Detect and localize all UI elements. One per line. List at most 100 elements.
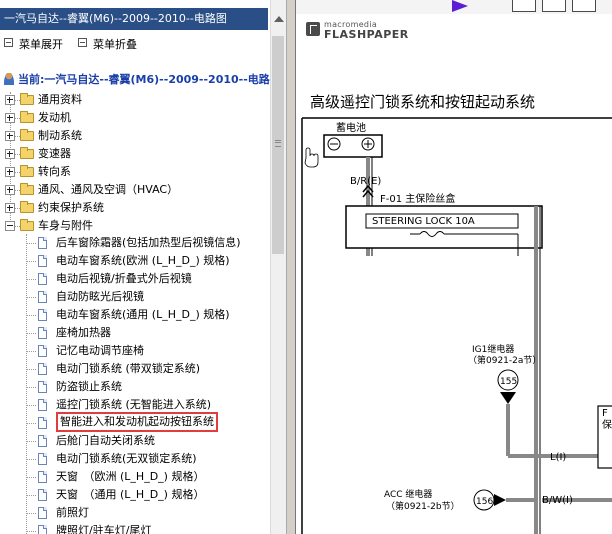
- tree-title-bar: 一汽马自达--睿翼(M6)--2009--2010--电路图: [0, 8, 268, 30]
- navigation-tree-pane: 一汽马自达--睿翼(M6)--2009--2010--电路图 菜单展开 菜单折叠…: [0, 0, 270, 534]
- folder-icon: [20, 111, 34, 123]
- tree-connector: [26, 315, 36, 317]
- tree-item[interactable]: 牌照灯/驻车灯/尾灯: [0, 522, 268, 534]
- tree-connector: [26, 279, 36, 281]
- toolbar-two-page-button[interactable]: [542, 0, 566, 12]
- current-path-link[interactable]: 当前:一汽马自达--睿翼(M6)--2009--2010--电路: [4, 72, 270, 88]
- expand-node-icon[interactable]: [5, 185, 15, 195]
- folder-icon: [20, 201, 34, 213]
- document-icon: [38, 327, 47, 339]
- viewer-toolbar: [296, 0, 612, 14]
- toolbar-zoom-button[interactable]: [572, 0, 596, 12]
- edge-label-2: 保: [602, 418, 612, 431]
- tree-item[interactable]: 后车窗除霜器(包括加热型后视镜信息): [0, 234, 268, 252]
- document-icon: [38, 507, 47, 519]
- tree-folder-0[interactable]: 通用资料: [0, 91, 268, 109]
- expand-node-icon[interactable]: [5, 131, 15, 141]
- tree-item[interactable]: 天窗 （欧洲 (L_H_D_) 规格）: [0, 468, 268, 486]
- acc-relay-ref: （第0921-2b节）: [386, 500, 460, 512]
- tree-item-label: 记忆电动调节座椅: [56, 344, 144, 357]
- scroll-up-arrow-icon[interactable]: [274, 16, 284, 22]
- tree-folder-7[interactable]: 车身与附件: [0, 217, 268, 235]
- expand-node-icon[interactable]: [5, 167, 15, 177]
- document-icon: [38, 417, 47, 429]
- wire-l-label: L(I): [550, 452, 566, 463]
- expand-node-icon[interactable]: [5, 113, 15, 123]
- tree-connector: [26, 405, 36, 407]
- connector-156-label: 156: [476, 497, 493, 507]
- tree-folder-2[interactable]: 制动系统: [0, 127, 268, 145]
- document-icon: [38, 399, 47, 411]
- scrollbar-thumb[interactable]: [272, 36, 284, 254]
- tree-connector: [26, 423, 36, 425]
- ig1-relay-label: IG1继电器: [472, 343, 514, 355]
- tree-item-label: 天窗 （欧洲 (L_H_D_) 规格）: [56, 470, 205, 483]
- tree-folder-label: 发动机: [38, 111, 71, 124]
- folder-icon: [20, 147, 34, 159]
- tree-connector: [26, 333, 36, 335]
- document-icon: [38, 525, 47, 534]
- hand-cursor-icon: [304, 147, 319, 168]
- document-icon: [38, 237, 47, 249]
- tree-folder-1[interactable]: 发动机: [0, 109, 268, 127]
- tree-item[interactable]: 前照灯: [0, 504, 268, 522]
- tree-item[interactable]: 记忆电动调节座椅: [0, 342, 268, 360]
- document-icon: [38, 309, 47, 321]
- tree-folder-3[interactable]: 变速器: [0, 145, 268, 163]
- tree-folder-label: 制动系统: [38, 129, 82, 142]
- tree-folder-5[interactable]: 通风、通风及空调（HVAC）: [0, 181, 268, 199]
- document-icon: [38, 453, 47, 465]
- collapse-all-button[interactable]: 菜单折叠: [78, 38, 137, 52]
- tree-item-label: 后舱门自动关闭系统: [56, 434, 155, 447]
- tree-folder-label: 通用资料: [38, 93, 82, 106]
- tree-connector: [26, 459, 36, 461]
- folder-icon: [20, 183, 34, 195]
- tree-folder-6[interactable]: 约束保护系统: [0, 199, 268, 217]
- tree-connector: [26, 495, 36, 497]
- tree-item[interactable]: 座椅加热器: [0, 324, 268, 342]
- tree-scrollbar[interactable]: [270, 0, 286, 534]
- tree-item[interactable]: 后舱门自动关闭系统: [0, 432, 268, 450]
- tree-item[interactable]: 天窗 （通用 (L_H_D_) 规格）: [0, 486, 268, 504]
- tree-folder-label: 约束保护系统: [38, 201, 104, 214]
- tree-item-label: 防盗锁止系统: [56, 380, 122, 393]
- folder-icon: [20, 219, 34, 231]
- tree-folder-label: 通风、通风及空调（HVAC）: [38, 183, 179, 196]
- tree-item[interactable]: 电动门锁系统(无双锁定系统): [0, 450, 268, 468]
- tree-item-label: 电动车窗系统(通用 (L_H_D_) 规格): [56, 308, 230, 321]
- pane-splitter[interactable]: [286, 0, 296, 534]
- tree-item-selected[interactable]: 智能进入和发动机起动按钮系统: [0, 412, 268, 432]
- tree-item-label: 电动后视镜/折叠式外后视镜: [56, 272, 192, 285]
- toolbar-page-button[interactable]: [512, 0, 536, 12]
- connector-155-arrow: [500, 392, 516, 404]
- tree-item[interactable]: 自动防眩光后视镜: [0, 288, 268, 306]
- tree-folder-label: 转向系: [38, 165, 71, 178]
- tree-item[interactable]: 电动车窗系统(欧洲 (L_H_D_) 规格): [0, 252, 268, 270]
- expand-node-icon[interactable]: [5, 95, 15, 105]
- document-icon: [38, 471, 47, 483]
- tree-item-label: 前照灯: [56, 506, 89, 519]
- tree-item-label: 天窗 （通用 (L_H_D_) 规格）: [56, 488, 205, 501]
- document-icon: [38, 435, 47, 447]
- user-icon: [4, 73, 14, 85]
- tree-folder-label: 车身与附件: [38, 219, 93, 232]
- folder-icon: [20, 129, 34, 141]
- tree-item-label: 电动门锁系统(无双锁定系统): [56, 452, 197, 465]
- battery-label: 蓄电池: [336, 121, 366, 134]
- play-icon[interactable]: [452, 0, 468, 12]
- expand-menu-icon: [4, 38, 13, 47]
- expand-node-icon[interactable]: [5, 149, 15, 159]
- collapse-node-icon[interactable]: [5, 221, 15, 231]
- tree-item[interactable]: 电动车窗系统(通用 (L_H_D_) 规格): [0, 306, 268, 324]
- expand-all-button[interactable]: 菜单展开: [4, 38, 63, 52]
- tree-item-label: 电动车窗系统(欧洲 (L_H_D_) 规格): [56, 254, 230, 267]
- folder-icon: [20, 165, 34, 177]
- document-icon: [38, 489, 47, 501]
- tree-item[interactable]: 防盗锁止系统: [0, 378, 268, 396]
- tree-connector: [26, 297, 36, 299]
- tree-item[interactable]: 电动门锁系统 (带双锁定系统): [0, 360, 268, 378]
- tree-folder-4[interactable]: 转向系: [0, 163, 268, 181]
- expand-node-icon[interactable]: [5, 203, 15, 213]
- tree-item-label: 牌照灯/驻车灯/尾灯: [56, 524, 152, 534]
- tree-item[interactable]: 电动后视镜/折叠式外后视镜: [0, 270, 268, 288]
